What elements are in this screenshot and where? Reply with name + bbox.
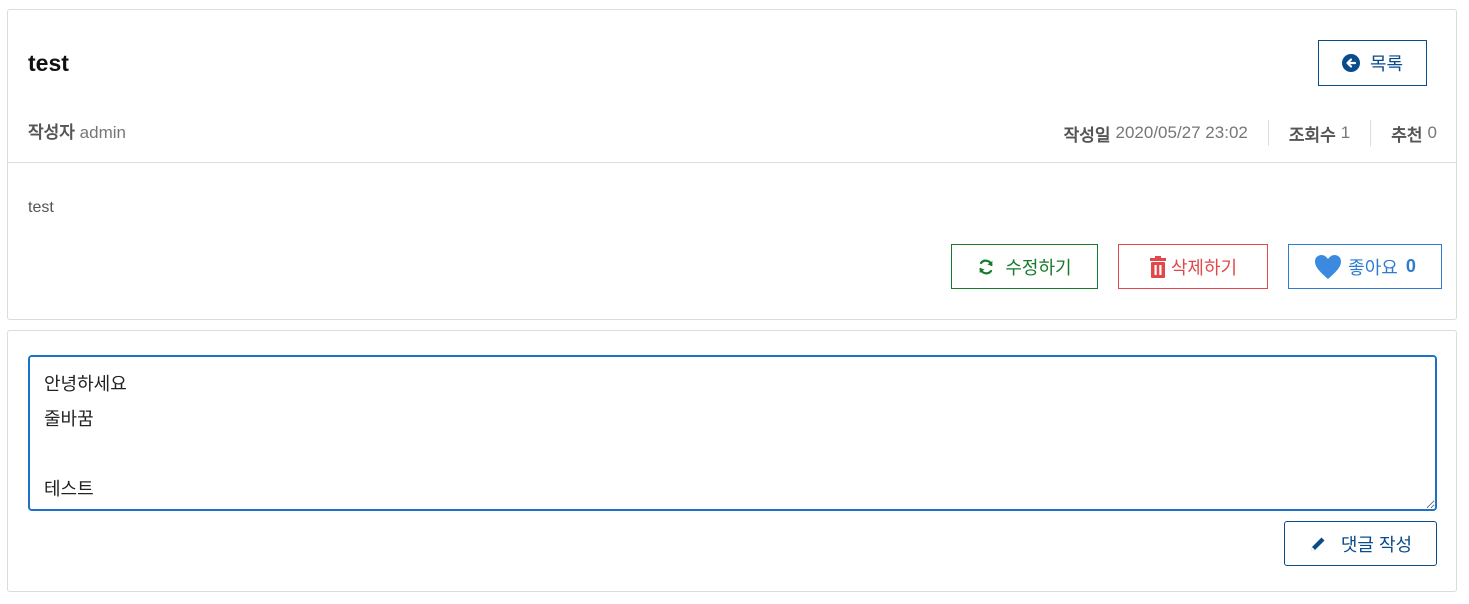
post-stats: 작성일 2020/05/27 23:02 조회수 1 추천 0	[1064, 120, 1437, 146]
author-value: admin	[79, 123, 126, 142]
list-button-label: 목록	[1369, 54, 1404, 74]
date-label: 작성일	[1063, 125, 1111, 145]
author-label: 작성자	[28, 123, 75, 142]
list-button[interactable]: 목록	[1318, 40, 1427, 86]
trash-icon	[1149, 255, 1167, 278]
date-value: 2020/05/27 23:02	[1115, 123, 1248, 142]
post-body: test	[28, 199, 54, 216]
edit-button-label: 수정하기	[1005, 257, 1072, 278]
arrow-circle-left-icon	[1341, 54, 1360, 72]
like-button[interactable]: 좋아요 0	[1288, 244, 1442, 289]
divider	[1370, 120, 1372, 146]
views-meta: 조회수 1	[1289, 121, 1350, 146]
like-count: 0	[1405, 256, 1416, 276]
pencil-icon	[1309, 535, 1327, 553]
recommend-value: 0	[1427, 123, 1437, 142]
recommend-label: 추천	[1391, 125, 1423, 145]
delete-button[interactable]: 삭제하기	[1118, 244, 1268, 289]
recommend-meta: 추천 0	[1391, 121, 1437, 146]
views-value: 1	[1340, 123, 1351, 142]
views-label: 조회수	[1288, 125, 1336, 145]
post-title: test	[28, 50, 69, 76]
header-divider	[8, 162, 1456, 163]
comment-card: 안녕하세요 줄바꿈 테스트 댓글 작성	[7, 330, 1457, 592]
date-meta: 작성일 2020/05/27 23:02	[1064, 121, 1248, 146]
post-card: test 목록 작성자 admin 작성일 2020/05/27 23:02 조…	[7, 9, 1457, 320]
divider	[1267, 120, 1269, 146]
refresh-icon	[977, 258, 995, 276]
comment-submit-label: 댓글 작성	[1340, 534, 1413, 555]
edit-button[interactable]: 수정하기	[951, 244, 1098, 289]
author-meta: 작성자 admin	[28, 118, 126, 143]
comment-submit-button[interactable]: 댓글 작성	[1284, 521, 1437, 566]
like-button-label: 좋아요	[1348, 257, 1398, 278]
heart-icon	[1314, 254, 1342, 280]
delete-button-label: 삭제하기	[1170, 257, 1238, 278]
comment-textarea[interactable]: 안녕하세요 줄바꿈 테스트	[28, 355, 1437, 511]
